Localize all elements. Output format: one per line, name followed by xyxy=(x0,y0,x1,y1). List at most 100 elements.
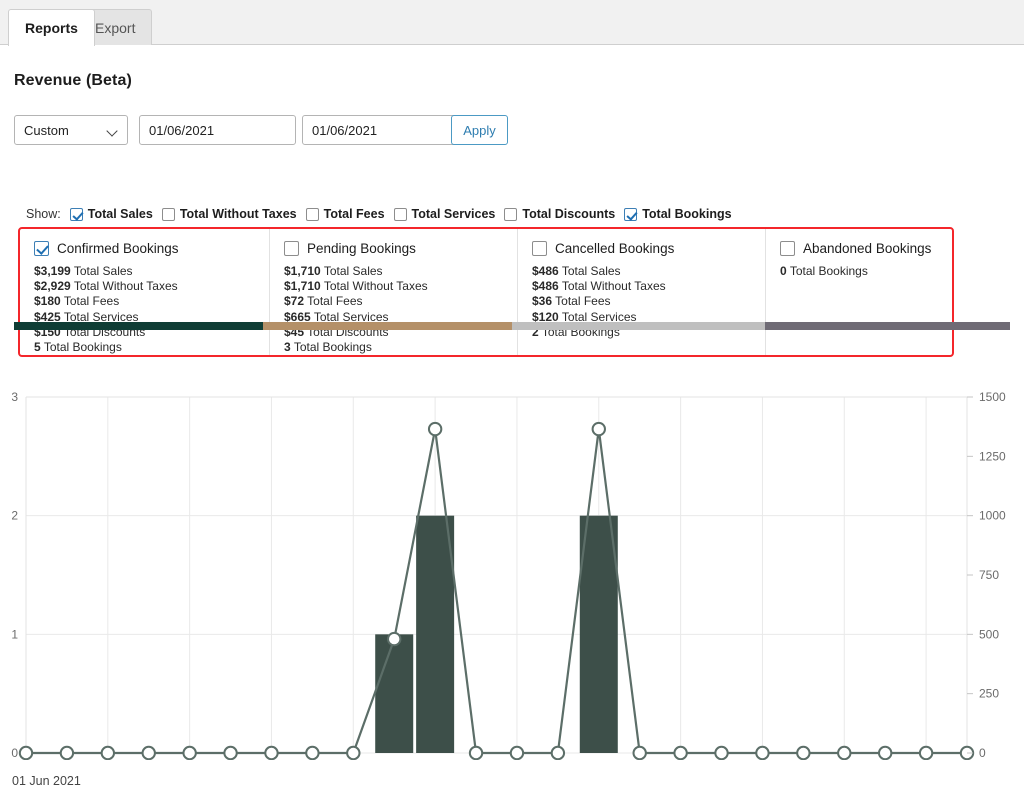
y-axis-right-tick: 0 xyxy=(979,746,986,760)
line-marker-1300[interactable] xyxy=(552,747,564,759)
chart-canvas[interactable]: 0123025050075010001250150000:0001:0002:0… xyxy=(0,340,1024,760)
line-marker-0500[interactable] xyxy=(224,747,236,759)
legend-stat-label: Total Fees xyxy=(555,294,610,308)
show-checkbox-total-bookings[interactable]: Total Bookings xyxy=(624,207,731,221)
legend-stat-row: $1,710 Total Sales xyxy=(284,264,518,279)
show-checkbox-label: Total Discounts xyxy=(522,207,615,221)
line-marker-0100[interactable] xyxy=(61,747,73,759)
show-checkbox-total-sales[interactable]: Total Sales xyxy=(70,207,153,221)
legend-column-confirmed-bookings: Confirmed Bookings $3,199 Total Sales$2,9… xyxy=(20,229,270,355)
legend-stat-value: $486 xyxy=(532,279,559,293)
checkbox-icon[interactable] xyxy=(306,208,319,221)
legend-toggle-confirmed-bookings[interactable]: Confirmed Bookings xyxy=(34,240,270,257)
line-marker-0200[interactable] xyxy=(102,747,114,759)
checkbox-icon[interactable] xyxy=(780,241,795,256)
legend-toggle-cancelled-bookings[interactable]: Cancelled Bookings xyxy=(532,240,766,257)
legend-stat-label: Total Fees xyxy=(64,294,119,308)
y-axis-right-tick: 1250 xyxy=(979,449,1006,463)
checkbox-icon[interactable] xyxy=(624,208,637,221)
legend-toggle-pending-bookings[interactable]: Pending Bookings xyxy=(284,240,518,257)
checkbox-icon[interactable] xyxy=(504,208,517,221)
line-marker-2000[interactable] xyxy=(838,747,850,759)
checkbox-icon[interactable] xyxy=(34,241,49,256)
legend-title: Confirmed Bookings xyxy=(57,241,179,256)
legend-stat-label: Total Without Taxes xyxy=(324,279,428,293)
bar-1000[interactable] xyxy=(416,516,454,753)
checkbox-icon[interactable] xyxy=(70,208,83,221)
bar-0900[interactable] xyxy=(375,634,413,753)
checkbox-icon[interactable] xyxy=(162,208,175,221)
checkbox-icon[interactable] xyxy=(284,241,299,256)
line-marker-1100[interactable] xyxy=(470,747,482,759)
legend-stat-label: Total Without Taxes xyxy=(74,279,178,293)
date-range-select[interactable]: Custom xyxy=(14,115,128,145)
y-axis-left-tick: 1 xyxy=(11,627,18,641)
legend-column-pending-bookings: Pending Bookings $1,710 Total Sales$1,710… xyxy=(270,229,518,355)
color-bar-segment-abandoned xyxy=(765,322,1010,330)
legend-stat-value: $180 xyxy=(34,294,61,308)
page-title: Revenue (Beta) xyxy=(14,72,132,90)
legend-stat-label: Total Sales xyxy=(562,264,621,278)
legend-stat-row: $36 Total Fees xyxy=(532,294,766,309)
y-axis-left-tick: 2 xyxy=(11,509,18,523)
line-marker-0000[interactable] xyxy=(20,747,32,759)
show-checkbox-label: Total Services xyxy=(412,207,496,221)
legend-stat-label: Total Sales xyxy=(74,264,133,278)
line-marker-0900[interactable] xyxy=(388,633,400,645)
tab-strip: Reports Export xyxy=(0,0,1024,45)
legend-title: Abandoned Bookings xyxy=(803,241,931,256)
show-checkbox-total-fees[interactable]: Total Fees xyxy=(306,207,385,221)
show-checkbox-total-services[interactable]: Total Services xyxy=(394,207,496,221)
legend-stat-value: $36 xyxy=(532,294,552,308)
line-marker-1200[interactable] xyxy=(511,747,523,759)
plot-area xyxy=(26,397,967,753)
apply-button[interactable]: Apply xyxy=(451,115,508,145)
show-checkbox-label: Total Without Taxes xyxy=(180,207,297,221)
bar-1400[interactable] xyxy=(580,516,618,753)
legend-stat-row: 0 Total Bookings xyxy=(780,264,952,279)
checkbox-icon[interactable] xyxy=(394,208,407,221)
line-marker-1800[interactable] xyxy=(756,747,768,759)
line-marker-1000[interactable] xyxy=(429,423,441,435)
show-label: Show: xyxy=(26,207,61,221)
legend-stat-row: $3,199 Total Sales xyxy=(34,264,270,279)
show-checkbox-group: Total Sales Total Without Taxes Total Fees… xyxy=(70,207,741,221)
line-marker-0300[interactable] xyxy=(143,747,155,759)
line-marker-0800[interactable] xyxy=(347,747,359,759)
color-bar-segment-cancelled xyxy=(512,322,765,330)
line-marker-0600[interactable] xyxy=(265,747,277,759)
y-axis-right-tick: 1000 xyxy=(979,509,1006,523)
show-checkbox-label: Total Sales xyxy=(88,207,153,221)
legend-column-abandoned-bookings: Abandoned Bookings 0 Total Bookings xyxy=(766,229,952,355)
legend-stat-row: $72 Total Fees xyxy=(284,294,518,309)
revenue-chart: 0123025050075010001250150000:0001:0002:0… xyxy=(0,340,1024,760)
legend-stat-value: $1,710 xyxy=(284,264,321,278)
line-marker-1500[interactable] xyxy=(633,747,645,759)
line-marker-1600[interactable] xyxy=(674,747,686,759)
show-checkbox-label: Total Bookings xyxy=(642,207,731,221)
legend-stat-row: $2,929 Total Without Taxes xyxy=(34,279,270,294)
status-color-bar xyxy=(14,322,1010,330)
legend-toggle-abandoned-bookings[interactable]: Abandoned Bookings xyxy=(780,240,952,257)
y-axis-right-tick: 250 xyxy=(979,687,999,701)
date-from-input[interactable] xyxy=(139,115,296,145)
show-filter-row: Show: Total SalesTotal Without TaxesTota… xyxy=(26,207,741,221)
date-to-input[interactable] xyxy=(302,115,459,145)
tab-reports[interactable]: Reports xyxy=(8,9,95,46)
line-marker-1400[interactable] xyxy=(593,423,605,435)
show-checkbox-label: Total Fees xyxy=(324,207,385,221)
line-marker-2100[interactable] xyxy=(879,747,891,759)
checkbox-icon[interactable] xyxy=(532,241,547,256)
legend-stat-list: 0 Total Bookings xyxy=(780,264,952,279)
line-marker-0400[interactable] xyxy=(183,747,195,759)
show-checkbox-total-without-taxes[interactable]: Total Without Taxes xyxy=(162,207,297,221)
y-axis-right-tick: 1500 xyxy=(979,390,1006,404)
line-marker-0700[interactable] xyxy=(306,747,318,759)
line-marker-1900[interactable] xyxy=(797,747,809,759)
line-marker-1700[interactable] xyxy=(715,747,727,759)
line-marker-2200[interactable] xyxy=(920,747,932,759)
legend-stat-value: $486 xyxy=(532,264,559,278)
show-checkbox-total-discounts[interactable]: Total Discounts xyxy=(504,207,615,221)
legend-title: Cancelled Bookings xyxy=(555,241,674,256)
chart-date-label: 01 Jun 2021 xyxy=(12,774,81,788)
